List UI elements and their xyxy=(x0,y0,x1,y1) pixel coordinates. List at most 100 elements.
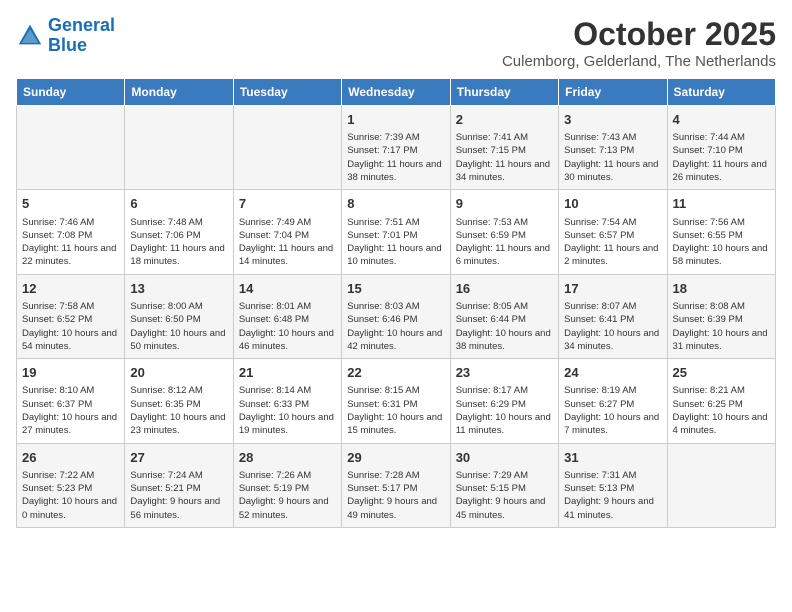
week-row-1: 1 Sunrise: 7:39 AM Sunset: 7:17 PM Daylig… xyxy=(17,106,776,190)
day-number: 4 xyxy=(673,111,770,129)
day-number: 19 xyxy=(22,364,119,382)
day-cell: 29 Sunrise: 7:28 AM Sunset: 5:17 PM Dayli… xyxy=(342,443,450,527)
day-number: 23 xyxy=(456,364,553,382)
day-info: Sunrise: 7:46 AM Sunset: 7:08 PM Dayligh… xyxy=(22,216,119,269)
day-number: 11 xyxy=(673,195,770,213)
day-cell: 3 Sunrise: 7:43 AM Sunset: 7:13 PM Daylig… xyxy=(559,106,667,190)
day-number: 17 xyxy=(564,280,661,298)
day-info: Sunrise: 7:54 AM Sunset: 6:57 PM Dayligh… xyxy=(564,216,661,269)
header-tuesday: Tuesday xyxy=(233,79,341,106)
day-cell: 8 Sunrise: 7:51 AM Sunset: 7:01 PM Daylig… xyxy=(342,190,450,274)
day-number: 1 xyxy=(347,111,444,129)
day-cell: 26 Sunrise: 7:22 AM Sunset: 5:23 PM Dayli… xyxy=(17,443,125,527)
week-row-5: 26 Sunrise: 7:22 AM Sunset: 5:23 PM Dayli… xyxy=(17,443,776,527)
day-info: Sunrise: 7:44 AM Sunset: 7:10 PM Dayligh… xyxy=(673,131,770,184)
header-wednesday: Wednesday xyxy=(342,79,450,106)
day-info: Sunrise: 8:07 AM Sunset: 6:41 PM Dayligh… xyxy=(564,300,661,353)
day-number: 13 xyxy=(130,280,227,298)
day-cell: 10 Sunrise: 7:54 AM Sunset: 6:57 PM Dayli… xyxy=(559,190,667,274)
title-block: October 2025 Culemborg, Gelderland, The … xyxy=(502,16,776,70)
day-number: 20 xyxy=(130,364,227,382)
day-cell: 22 Sunrise: 8:15 AM Sunset: 6:31 PM Dayli… xyxy=(342,359,450,443)
day-cell xyxy=(667,443,775,527)
day-info: Sunrise: 7:29 AM Sunset: 5:15 PM Dayligh… xyxy=(456,469,553,522)
week-row-3: 12Sunrise: 7:58 AM Sunset: 6:52 PM Dayli… xyxy=(17,274,776,358)
day-cell: 15Sunrise: 8:03 AM Sunset: 6:46 PM Dayli… xyxy=(342,274,450,358)
day-cell xyxy=(17,106,125,190)
day-number: 24 xyxy=(564,364,661,382)
day-number: 28 xyxy=(239,449,336,467)
day-number: 10 xyxy=(564,195,661,213)
day-number: 31 xyxy=(564,449,661,467)
day-number: 8 xyxy=(347,195,444,213)
logo: General Blue xyxy=(16,16,115,56)
day-number: 22 xyxy=(347,364,444,382)
day-cell: 23 Sunrise: 8:17 AM Sunset: 6:29 PM Dayli… xyxy=(450,359,558,443)
day-info: Sunrise: 7:26 AM Sunset: 5:19 PM Dayligh… xyxy=(239,469,336,522)
day-number: 12 xyxy=(22,280,119,298)
day-number: 6 xyxy=(130,195,227,213)
day-number: 14 xyxy=(239,280,336,298)
day-number: 30 xyxy=(456,449,553,467)
day-cell: 14 Sunrise: 8:01 AM Sunset: 6:48 PM Dayli… xyxy=(233,274,341,358)
day-info: Sunrise: 8:15 AM Sunset: 6:31 PM Dayligh… xyxy=(347,384,444,437)
logo-line2: Blue xyxy=(48,35,87,55)
day-cell: 5Sunrise: 7:46 AM Sunset: 7:08 PM Daylig… xyxy=(17,190,125,274)
day-info: Sunrise: 8:10 AM Sunset: 6:37 PM Dayligh… xyxy=(22,384,119,437)
day-number: 29 xyxy=(347,449,444,467)
day-info: Sunrise: 7:39 AM Sunset: 7:17 PM Dayligh… xyxy=(347,131,444,184)
day-cell: 24 Sunrise: 8:19 AM Sunset: 6:27 PM Dayli… xyxy=(559,359,667,443)
header-friday: Friday xyxy=(559,79,667,106)
day-info: Sunrise: 7:41 AM Sunset: 7:15 PM Dayligh… xyxy=(456,131,553,184)
page-header: General Blue October 2025 Culemborg, Gel… xyxy=(16,16,776,70)
day-cell: 19 Sunrise: 8:10 AM Sunset: 6:37 PM Dayli… xyxy=(17,359,125,443)
day-info: Sunrise: 8:00 AM Sunset: 6:50 PM Dayligh… xyxy=(130,300,227,353)
day-number: 3 xyxy=(564,111,661,129)
day-cell: 4 Sunrise: 7:44 AM Sunset: 7:10 PM Daylig… xyxy=(667,106,775,190)
day-info: Sunrise: 8:14 AM Sunset: 6:33 PM Dayligh… xyxy=(239,384,336,437)
day-info: Sunrise: 7:43 AM Sunset: 7:13 PM Dayligh… xyxy=(564,131,661,184)
day-cell: 9Sunrise: 7:53 AM Sunset: 6:59 PM Daylig… xyxy=(450,190,558,274)
header-saturday: Saturday xyxy=(667,79,775,106)
header-monday: Monday xyxy=(125,79,233,106)
day-cell: 7 Sunrise: 7:49 AM Sunset: 7:04 PM Daylig… xyxy=(233,190,341,274)
day-info: Sunrise: 7:51 AM Sunset: 7:01 PM Dayligh… xyxy=(347,216,444,269)
logo-line1: General xyxy=(48,15,115,35)
month-title: October 2025 xyxy=(502,16,776,53)
day-cell: 18 Sunrise: 8:08 AM Sunset: 6:39 PM Dayli… xyxy=(667,274,775,358)
week-row-4: 19 Sunrise: 8:10 AM Sunset: 6:37 PM Dayli… xyxy=(17,359,776,443)
day-cell: 28 Sunrise: 7:26 AM Sunset: 5:19 PM Dayli… xyxy=(233,443,341,527)
day-cell: 20Sunrise: 8:12 AM Sunset: 6:35 PM Dayli… xyxy=(125,359,233,443)
day-info: Sunrise: 7:28 AM Sunset: 5:17 PM Dayligh… xyxy=(347,469,444,522)
day-info: Sunrise: 8:03 AM Sunset: 6:46 PM Dayligh… xyxy=(347,300,444,353)
day-info: Sunrise: 7:31 AM Sunset: 5:13 PM Dayligh… xyxy=(564,469,661,522)
day-number: 18 xyxy=(673,280,770,298)
day-info: Sunrise: 7:49 AM Sunset: 7:04 PM Dayligh… xyxy=(239,216,336,269)
day-number: 26 xyxy=(22,449,119,467)
day-info: Sunrise: 8:08 AM Sunset: 6:39 PM Dayligh… xyxy=(673,300,770,353)
logo-icon xyxy=(16,22,44,50)
day-info: Sunrise: 8:17 AM Sunset: 6:29 PM Dayligh… xyxy=(456,384,553,437)
day-number: 16 xyxy=(456,280,553,298)
day-info: Sunrise: 8:05 AM Sunset: 6:44 PM Dayligh… xyxy=(456,300,553,353)
day-cell: 21Sunrise: 8:14 AM Sunset: 6:33 PM Dayli… xyxy=(233,359,341,443)
day-cell xyxy=(125,106,233,190)
header-thursday: Thursday xyxy=(450,79,558,106)
day-cell: 17 Sunrise: 8:07 AM Sunset: 6:41 PM Dayli… xyxy=(559,274,667,358)
day-info: Sunrise: 8:01 AM Sunset: 6:48 PM Dayligh… xyxy=(239,300,336,353)
location-subtitle: Culemborg, Gelderland, The Netherlands xyxy=(502,53,776,70)
day-number: 2 xyxy=(456,111,553,129)
header-sunday: Sunday xyxy=(17,79,125,106)
day-number: 7 xyxy=(239,195,336,213)
day-cell: 2 Sunrise: 7:41 AM Sunset: 7:15 PM Daylig… xyxy=(450,106,558,190)
day-cell: 1 Sunrise: 7:39 AM Sunset: 7:17 PM Daylig… xyxy=(342,106,450,190)
day-cell: 12Sunrise: 7:58 AM Sunset: 6:52 PM Dayli… xyxy=(17,274,125,358)
day-cell: 13 Sunrise: 8:00 AM Sunset: 6:50 PM Dayli… xyxy=(125,274,233,358)
day-number: 9 xyxy=(456,195,553,213)
day-info: Sunrise: 7:22 AM Sunset: 5:23 PM Dayligh… xyxy=(22,469,119,522)
day-info: Sunrise: 8:19 AM Sunset: 6:27 PM Dayligh… xyxy=(564,384,661,437)
calendar-table: SundayMondayTuesdayWednesdayThursdayFrid… xyxy=(16,78,776,528)
day-cell: 30 Sunrise: 7:29 AM Sunset: 5:15 PM Dayli… xyxy=(450,443,558,527)
day-number: 27 xyxy=(130,449,227,467)
day-cell: 25Sunrise: 8:21 AM Sunset: 6:25 PM Dayli… xyxy=(667,359,775,443)
